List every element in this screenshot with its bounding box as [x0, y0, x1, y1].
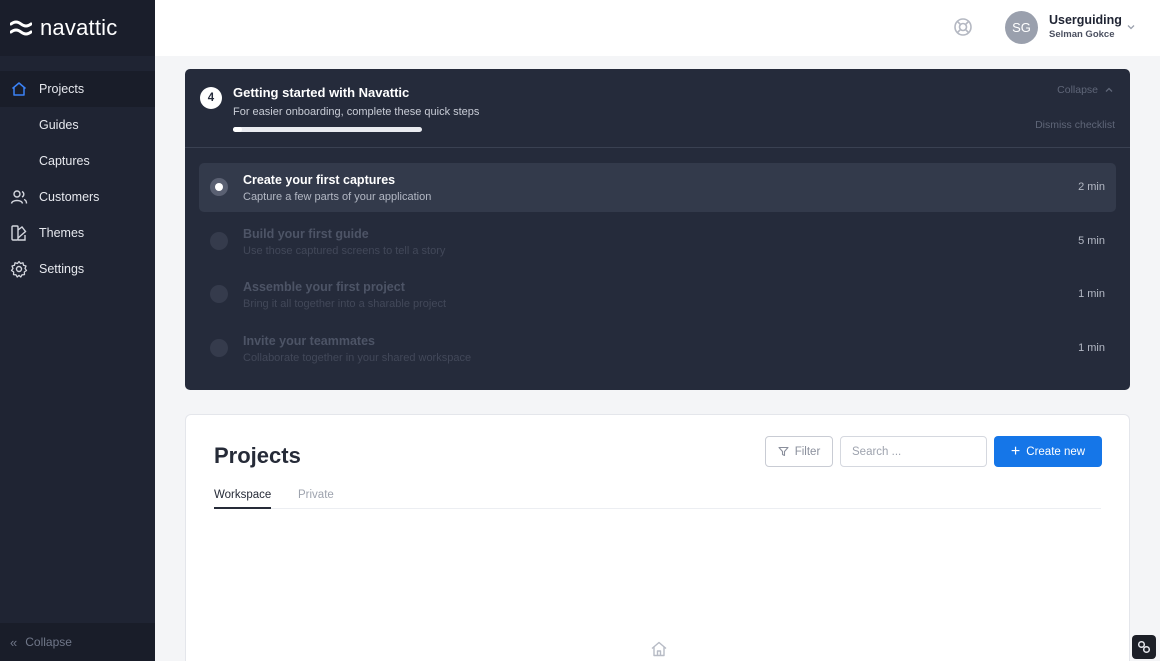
checklist-subtitle: For easier onboarding, complete these qu…	[233, 106, 480, 118]
sidebar-item-label: Settings	[39, 262, 85, 276]
onboarding-checklist: 4 Getting started with Navattic For easi…	[185, 69, 1130, 390]
checklist-collapse-button[interactable]: Collapse	[1057, 84, 1114, 96]
checklist-progress-bar	[233, 127, 422, 132]
palette-icon	[10, 224, 28, 242]
step-description: Collaborate together in your shared work…	[243, 351, 472, 364]
project-tabs: Workspace Private	[214, 489, 1101, 509]
radio-icon	[210, 231, 228, 250]
dismiss-checklist-link[interactable]: Dismiss checklist	[1035, 119, 1115, 131]
radio-icon	[210, 338, 228, 357]
step-description: Use those captured screens to tell a sto…	[243, 244, 446, 257]
sidebar-item-label: Projects	[39, 82, 85, 96]
tab-private[interactable]: Private	[298, 489, 334, 509]
step-duration: 2 min	[1078, 181, 1105, 193]
sidebar-item-label: Captures	[39, 154, 90, 168]
filter-button[interactable]: Filter	[765, 436, 833, 467]
avatar[interactable]: SG	[1005, 11, 1038, 44]
filter-icon	[778, 446, 789, 457]
checklist-progress-fill	[233, 127, 243, 132]
sidebar-collapse-button[interactable]: « Collapse	[0, 623, 155, 661]
checklist-step-build-guide[interactable]: Build your first guide Use those capture…	[199, 217, 1116, 266]
page-title: Projects	[214, 443, 301, 468]
checklist-step-create-captures[interactable]: Create your first captures Capture a few…	[199, 163, 1116, 212]
help-lifebuoy-icon[interactable]	[952, 16, 974, 38]
remaining-steps-badge: 4	[200, 87, 222, 109]
users-icon	[10, 188, 28, 206]
step-description: Bring it all together into a sharable pr…	[243, 298, 447, 310]
navattic-logo-icon	[10, 20, 32, 36]
brand[interactable]: navattic	[0, 0, 155, 56]
plus-icon: +	[1010, 442, 1021, 460]
empty-state-home-icon	[651, 641, 667, 657]
radio-icon	[210, 285, 228, 303]
checklist-steps: Create your first captures Capture a few…	[185, 148, 1130, 373]
create-new-button[interactable]: + Create new	[994, 436, 1102, 467]
sidebar-item-settings[interactable]: Settings	[0, 251, 155, 287]
workspace-switcher[interactable]: Userguiding Selman Gokce	[1049, 13, 1122, 40]
chevron-up-icon	[1105, 87, 1113, 92]
sidebar-item-projects[interactable]: Projects	[0, 71, 155, 107]
step-description: Capture a few parts of your application	[243, 191, 432, 203]
double-chevron-left-icon: «	[10, 634, 18, 650]
step-duration: 5 min	[1078, 234, 1105, 247]
sidebar-item-customers[interactable]: Customers	[0, 179, 155, 215]
step-duration: 1 min	[1078, 341, 1105, 354]
tab-workspace[interactable]: Workspace	[214, 489, 272, 509]
projects-panel: Projects Filter + Create new Workspace P…	[185, 414, 1130, 661]
gear-icon	[10, 260, 28, 278]
step-title: Create your first captures	[243, 173, 396, 187]
checklist-step-assemble-project[interactable]: Assemble your first project Bring it all…	[199, 270, 1116, 319]
filter-label: Filter	[794, 445, 821, 458]
sidebar-item-label: Themes	[39, 226, 85, 240]
collapse-label: Collapse	[25, 635, 72, 649]
checklist-title: Getting started with Navattic	[233, 85, 410, 100]
home-icon	[10, 80, 28, 98]
sidebar: navattic Projects Guides Captures Custom…	[0, 0, 155, 661]
step-title: Assemble your first project	[243, 280, 405, 294]
create-new-label: Create new	[1026, 445, 1086, 458]
sidebar-nav: Projects Guides Captures Customers Theme…	[0, 71, 155, 287]
sidebar-item-captures[interactable]: Captures	[0, 143, 155, 179]
brand-name: navattic	[40, 15, 118, 40]
checklist-collapse-label: Collapse	[1057, 84, 1098, 96]
workspace-name: Userguiding	[1049, 13, 1122, 27]
checklist-step-invite-teammates[interactable]: Invite your teammates Collaborate togeth…	[199, 324, 1116, 373]
sidebar-item-themes[interactable]: Themes	[0, 215, 155, 251]
step-title: Invite your teammates	[243, 333, 375, 348]
radio-icon	[210, 178, 228, 196]
user-name: Selman Gokce	[1049, 29, 1115, 40]
step-duration: 1 min	[1078, 288, 1105, 300]
checklist-header: 4 Getting started with Navattic For easi…	[185, 69, 1130, 148]
corner-widget-button[interactable]	[1132, 635, 1156, 659]
step-title: Build your first guide	[243, 226, 369, 241]
chevron-down-icon[interactable]	[1126, 22, 1136, 32]
link-icon	[1137, 640, 1151, 654]
top-bar: SG Userguiding Selman Gokce	[155, 0, 1160, 56]
sidebar-item-guides[interactable]: Guides	[0, 107, 155, 143]
sidebar-item-label: Guides	[39, 118, 79, 132]
sidebar-item-label: Customers	[39, 190, 100, 204]
search-input[interactable]	[840, 436, 987, 467]
